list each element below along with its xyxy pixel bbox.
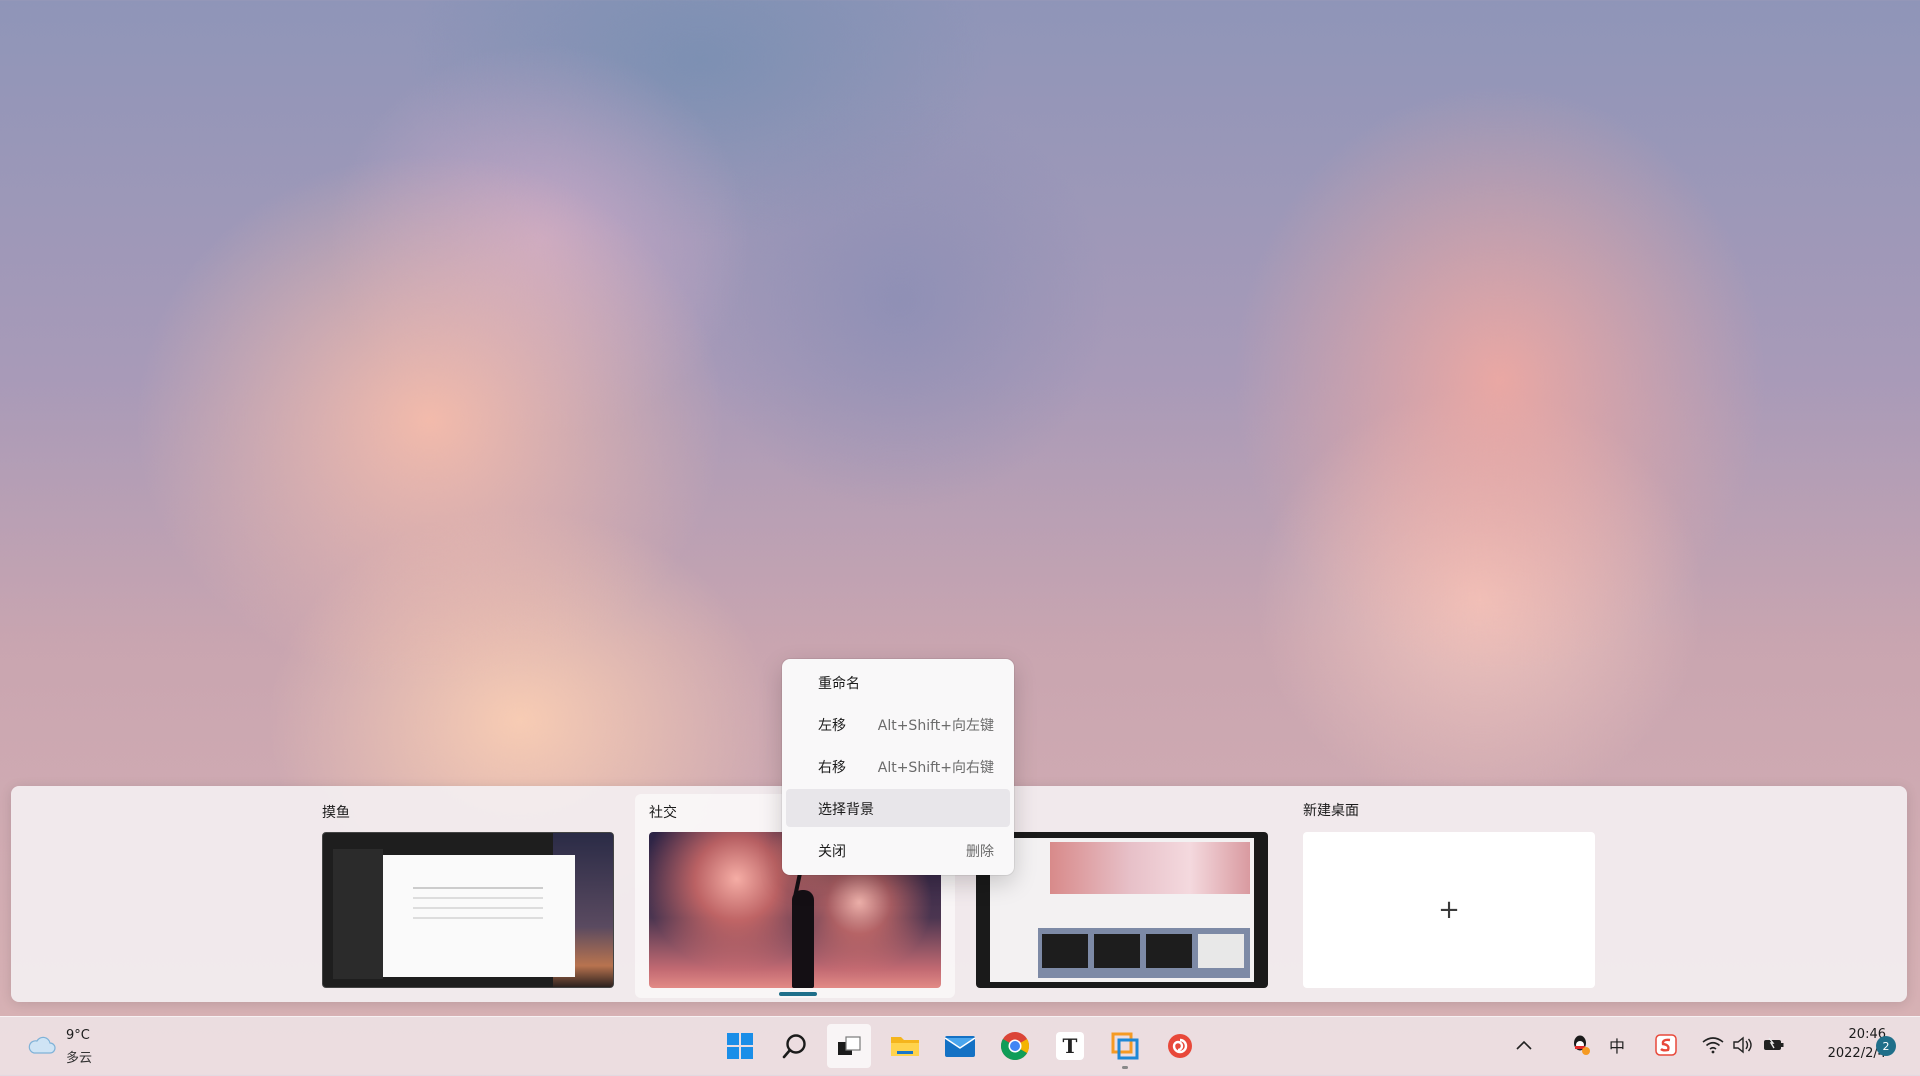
typora-icon: T (1056, 1032, 1084, 1060)
taskbar: 9°C 多云 T 中 20:46 2022/2/4 2 (0, 1016, 1920, 1076)
running-indicator (1122, 1066, 1128, 1069)
clock-date: 2022/2/4 (1827, 1046, 1886, 1061)
menu-item-label: 左移 (818, 718, 846, 734)
cloud-icon (28, 1036, 56, 1054)
battery-icon (1764, 1037, 1784, 1050)
search-icon (782, 1034, 806, 1059)
show-hidden-icons-button[interactable] (1510, 1031, 1538, 1059)
task-view-icon (838, 1036, 861, 1055)
desktop-thumbnail[interactable] (322, 832, 614, 988)
snail-app-button[interactable] (1158, 1024, 1202, 1068)
battery-button[interactable] (1760, 1031, 1788, 1059)
plus-icon: + (1438, 895, 1460, 925)
qq-icon (1574, 1035, 1590, 1055)
task-view-button[interactable] (827, 1024, 871, 1068)
clock[interactable]: 20:46 2022/2/4 (1796, 1025, 1886, 1063)
new-desktop-button[interactable]: + (1303, 832, 1595, 988)
chrome-button[interactable] (993, 1024, 1037, 1068)
sogou-tray-button[interactable] (1652, 1031, 1680, 1059)
menu-item-shortcut: Alt+Shift+向左键 (877, 718, 994, 734)
qq-tray-button[interactable] (1567, 1031, 1595, 1059)
menu-item-rename[interactable]: 重命名 (786, 663, 1010, 701)
typora-button[interactable]: T (1048, 1024, 1092, 1068)
new-desktop-label[interactable]: 新建桌面 (1303, 800, 1359, 820)
wifi-icon (1702, 1037, 1724, 1054)
menu-item-label: 选择背景 (818, 802, 874, 818)
mail-icon (944, 1036, 976, 1057)
chevron-up-icon (1516, 1040, 1532, 1050)
desktop-name[interactable]: 社交 (649, 802, 677, 822)
vm-icon (1111, 1032, 1139, 1060)
chrome-icon (1001, 1032, 1029, 1060)
file-explorer-button[interactable] (883, 1024, 927, 1068)
wifi-button[interactable] (1699, 1031, 1727, 1059)
weather-temperature: 9°C (66, 1028, 90, 1043)
folder-icon (891, 1037, 919, 1056)
sogou-icon (1655, 1034, 1677, 1056)
volume-icon (1733, 1036, 1752, 1054)
menu-item-label: 右移 (818, 760, 846, 776)
desktop-name[interactable]: 摸鱼 (322, 802, 350, 822)
vm-button[interactable] (1103, 1024, 1147, 1069)
menu-item-choose-background[interactable]: 选择背景 (786, 789, 1010, 827)
search-button[interactable] (773, 1024, 817, 1068)
weather-condition: 多云 (66, 1051, 93, 1066)
menu-item-label: 关闭 (818, 844, 846, 860)
start-button[interactable] (718, 1024, 762, 1068)
ime-icon: 中 (1608, 1037, 1625, 1056)
mail-button[interactable] (938, 1024, 982, 1068)
menu-item-shortcut: 删除 (966, 844, 994, 860)
menu-item-label: 重命名 (818, 676, 860, 692)
ime-tray-button[interactable]: 中 (1603, 1031, 1631, 1059)
clock-time: 20:46 (1848, 1027, 1886, 1042)
menu-item-shortcut: Alt+Shift+向右键 (877, 760, 994, 776)
menu-item-close[interactable]: 关闭 删除 (786, 831, 1010, 869)
menu-item-move-left[interactable]: 左移 Alt+Shift+向左键 (786, 705, 1010, 743)
current-desktop-indicator (779, 992, 817, 996)
windows-start-icon (727, 1033, 753, 1059)
snail-icon (1168, 1034, 1192, 1058)
menu-item-move-right[interactable]: 右移 Alt+Shift+向右键 (786, 747, 1010, 785)
notification-badge[interactable]: 2 (1876, 1036, 1896, 1056)
weather-widget[interactable]: 9°C 多云 (22, 1027, 112, 1067)
volume-button[interactable] (1728, 1031, 1756, 1059)
desktop-thumbnail[interactable] (976, 832, 1268, 988)
desktop-context-menu: 重命名 左移 Alt+Shift+向左键 右移 Alt+Shift+向右键 选择… (782, 659, 1014, 875)
